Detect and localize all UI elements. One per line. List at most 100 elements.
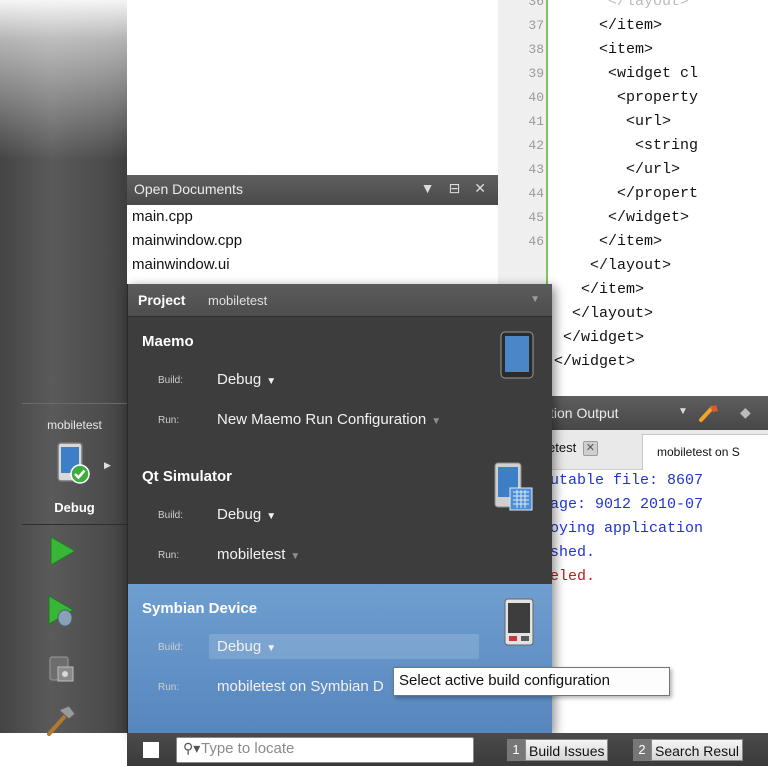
chevron-down-icon: ▼ [266, 376, 277, 387]
chevron-down-icon: ▼ [290, 551, 301, 562]
target-maemo[interactable]: Maemo Build: Debug ▼ Run: New Maemo Run C… [128, 317, 552, 467]
build-config-value: Debug [217, 371, 262, 388]
code-text: <string [554, 137, 699, 154]
debug-button[interactable] [38, 590, 84, 632]
code-line: 40 <property [498, 86, 768, 110]
line-number: 36 [528, 0, 544, 9]
code-text: </widget> [554, 353, 636, 370]
output-line: shed. [550, 544, 596, 561]
line-number: 38 [528, 42, 544, 57]
run-config-value: mobiletest on Symbian D [217, 678, 384, 695]
popup-header[interactable]: Project mobiletest ▼ [128, 284, 552, 317]
code-line: 41 <url> [498, 110, 768, 134]
search-results-button[interactable]: 2 Search Resul [633, 739, 744, 761]
target-selector-popup: Project mobiletest ▼ Maemo Build: Debug ▼… [127, 284, 552, 734]
code-line: 45 </widget> [498, 206, 768, 230]
code-text: </layout> [554, 0, 690, 10]
run-config-dropdown[interactable]: mobiletest ▼ [217, 546, 300, 563]
code-text: </widget> [554, 209, 690, 226]
line-number: 39 [528, 66, 544, 81]
code-line: 38 <item> [498, 38, 768, 62]
hammer-icon [47, 705, 76, 736]
build-config-dropdown[interactable]: Debug ▼ [209, 634, 479, 659]
code-line: 44 </propert [498, 182, 768, 206]
target-project-name: mobiletest [47, 418, 102, 432]
run-config-dropdown[interactable]: New Maemo Run Configuration ▼ [217, 411, 441, 428]
output-pane-number: 2 [633, 739, 651, 761]
code-text: </item> [554, 281, 645, 298]
code-line: 42 <string [498, 134, 768, 158]
run-icon [50, 536, 76, 566]
code-line: 43 </url> [498, 158, 768, 182]
code-text: </layout> [554, 257, 672, 274]
open-documents-header: Open Documents ▼ ⊟ ✕ [127, 175, 498, 205]
run-button[interactable] [38, 530, 84, 572]
code-text: <url> [554, 113, 672, 130]
build-config-value: Debug [217, 638, 262, 655]
chevron-down-icon: ▼ [266, 511, 277, 522]
build-label: Build: [158, 510, 184, 521]
close-icon[interactable]: ✕ [582, 441, 598, 457]
chevron-down-icon[interactable]: ▼ [678, 406, 688, 417]
line-number: 41 [528, 114, 544, 129]
code-text: </item> [554, 233, 663, 250]
split-icon[interactable]: ⊟ [449, 180, 461, 197]
deploy-icon [49, 656, 74, 682]
line-number: 40 [528, 90, 544, 105]
debug-icon [48, 595, 74, 627]
code-line: 39 <widget cl [498, 62, 768, 86]
run-config-dropdown[interactable]: mobiletest on Symbian D [217, 678, 384, 695]
target-name: Qt Simulator [142, 468, 233, 485]
target-name: Maemo [142, 333, 194, 350]
open-documents-title: Open Documents [134, 181, 243, 197]
code-text: </url> [554, 161, 681, 178]
close-icon[interactable]: ✕ [474, 180, 486, 197]
output-line: utable file: 8607 [550, 472, 704, 489]
locator-input[interactable]: ⚲▾ Type to locate [176, 737, 474, 763]
chevron-down-icon[interactable]: ▼ [530, 294, 540, 305]
qt-simulator-icon [494, 462, 533, 511]
toggle-sidebar-icon[interactable] [143, 742, 159, 758]
mode-bar: mobiletest ▶ Debug [0, 0, 127, 736]
build-issues-button[interactable]: 1 Build Issues [507, 739, 609, 761]
document-item[interactable]: mainwindow.ui [127, 253, 498, 277]
code-text: <item> [554, 41, 654, 58]
output-line: age: 9012 2010-07 [550, 496, 704, 513]
clear-output-icon[interactable] [698, 403, 720, 423]
output-line: eled. [550, 568, 596, 585]
line-number: 43 [528, 162, 544, 177]
build-button[interactable] [38, 700, 84, 742]
output-pane-label: Search Resul [651, 739, 744, 761]
output-line: oying application [550, 520, 704, 537]
line-number: 44 [528, 186, 544, 201]
device-check-icon [57, 442, 90, 484]
output-tab[interactable]: etest ✕ [548, 440, 598, 457]
run-label: Run: [158, 682, 180, 693]
line-number: 37 [528, 18, 544, 33]
code-line: 46 </item> [498, 230, 768, 254]
project-label: Project [138, 292, 186, 308]
chevron-down-icon[interactable]: ▼ [421, 180, 435, 197]
build-config-dropdown[interactable]: Debug ▼ [217, 506, 276, 523]
target-build-config: Debug [54, 500, 95, 515]
output-tab-active[interactable]: mobiletest on S [642, 434, 768, 470]
chevron-down-icon: ▼ [266, 643, 277, 654]
target-expand-arrow-icon: ▶ [104, 460, 111, 470]
document-item[interactable]: mainwindow.cpp [127, 229, 498, 253]
run-label: Run: [158, 415, 180, 426]
back-arrow-icon[interactable]: ◆ [740, 404, 751, 421]
open-documents-list: main.cpp mainwindow.cpp mainwindow.ui [127, 205, 498, 285]
document-item[interactable]: main.cpp [127, 205, 498, 229]
deploy-button[interactable] [38, 648, 84, 690]
build-config-dropdown[interactable]: Debug ▼ [217, 371, 276, 388]
output-pane-title: tion Output [550, 405, 619, 421]
code-line: 36 </layout> [498, 0, 768, 14]
target-qt-simulator[interactable]: Qt Simulator Build: Debug ▼ Run: mobilete… [128, 452, 552, 602]
target-selector[interactable]: mobiletest ▶ Debug [22, 403, 127, 525]
code-text: <property [554, 89, 699, 106]
code-text: </layout> [554, 305, 654, 322]
build-label: Build: [158, 642, 184, 653]
target-symbian-device[interactable]: Symbian Device Build: Debug ▼ Run: mobile… [128, 584, 552, 734]
project-name: mobiletest [208, 293, 268, 308]
locator-placeholder: Type to locate [201, 740, 295, 757]
